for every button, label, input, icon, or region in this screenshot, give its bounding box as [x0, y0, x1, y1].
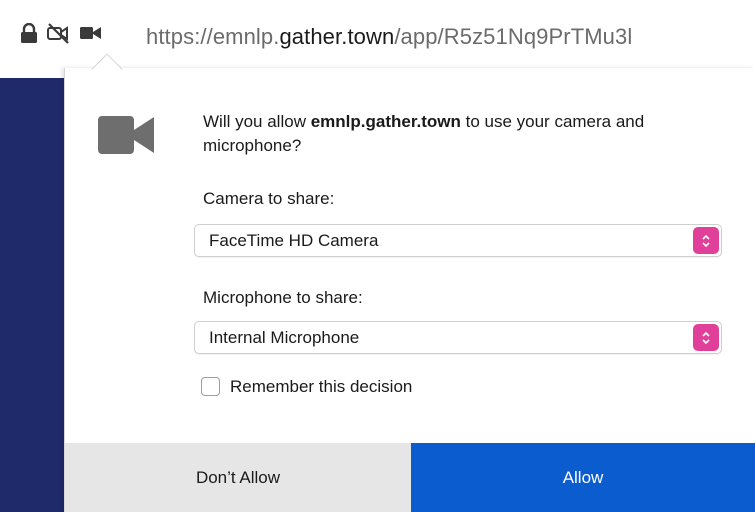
allow-button[interactable]: Allow — [411, 443, 755, 512]
permission-prompt: Will you allow emnlp.gather.town to use … — [203, 110, 703, 158]
microphone-label: Microphone to share: — [203, 288, 363, 307]
dont-allow-button[interactable]: Don’t Allow — [65, 443, 411, 512]
microphone-selected-value: Internal Microphone — [209, 328, 360, 347]
remember-checkbox[interactable] — [201, 377, 220, 396]
url-suffix: /app/R5z51Nq9PrTMu3l — [394, 24, 633, 49]
chevron-updown-icon[interactable] — [693, 324, 719, 351]
camera-label: Camera to share: — [203, 189, 335, 208]
camera-blocked-icon[interactable] — [46, 22, 72, 49]
page-background — [0, 78, 66, 512]
url-host: gather.town — [279, 24, 395, 49]
camera-icon — [98, 114, 156, 161]
microphone-select[interactable]: Internal Microphone — [194, 321, 722, 354]
camera-select[interactable]: FaceTime HD Camera — [194, 224, 722, 257]
chevron-updown-icon[interactable] — [693, 227, 719, 254]
camera-selected-value: FaceTime HD Camera — [209, 231, 379, 250]
browser-window: https://emnlp.gather.town/app/R5z51Nq9Pr… — [0, 0, 755, 512]
url-prefix: https://emnlp. — [146, 24, 280, 49]
url-text[interactable]: https://emnlp.gather.town/app/R5z51Nq9Pr… — [146, 24, 632, 50]
prompt-site: emnlp.gather.town — [310, 112, 461, 131]
camera-icon[interactable] — [80, 24, 102, 47]
lock-icon[interactable] — [20, 22, 38, 48]
remember-label[interactable]: Remember this decision — [230, 376, 412, 398]
prompt-text-before: Will you allow — [203, 112, 311, 131]
address-bar-icons — [20, 22, 110, 49]
